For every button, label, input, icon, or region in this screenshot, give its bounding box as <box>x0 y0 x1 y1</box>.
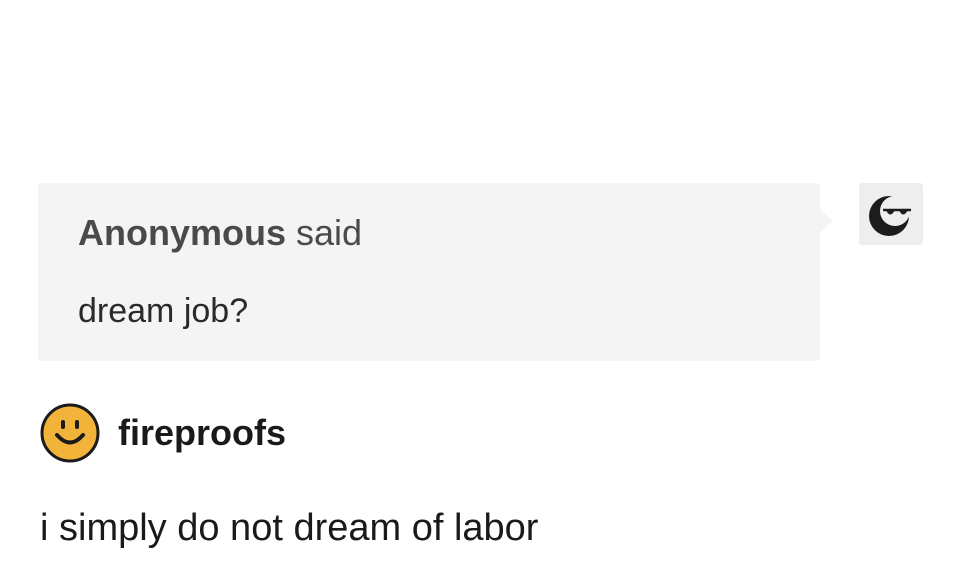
responder-blog-name[interactable]: fireproofs <box>118 412 286 454</box>
ask-question: dream job? <box>78 292 249 330</box>
asker-verb: said <box>296 212 363 253</box>
asker-name[interactable]: Anonymous <box>78 212 286 253</box>
smiley-face-icon[interactable] <box>40 403 100 463</box>
ask-bubble: Anonymous said dream job? <box>38 183 832 361</box>
anonymous-avatar[interactable] <box>859 183 923 245</box>
anonymous-sunglasses-icon <box>869 196 911 236</box>
ask-header: Anonymous said <box>78 211 362 255</box>
responder: fireproofs <box>40 402 286 464</box>
answer-text: i simply do not dream of labor <box>40 507 539 549</box>
